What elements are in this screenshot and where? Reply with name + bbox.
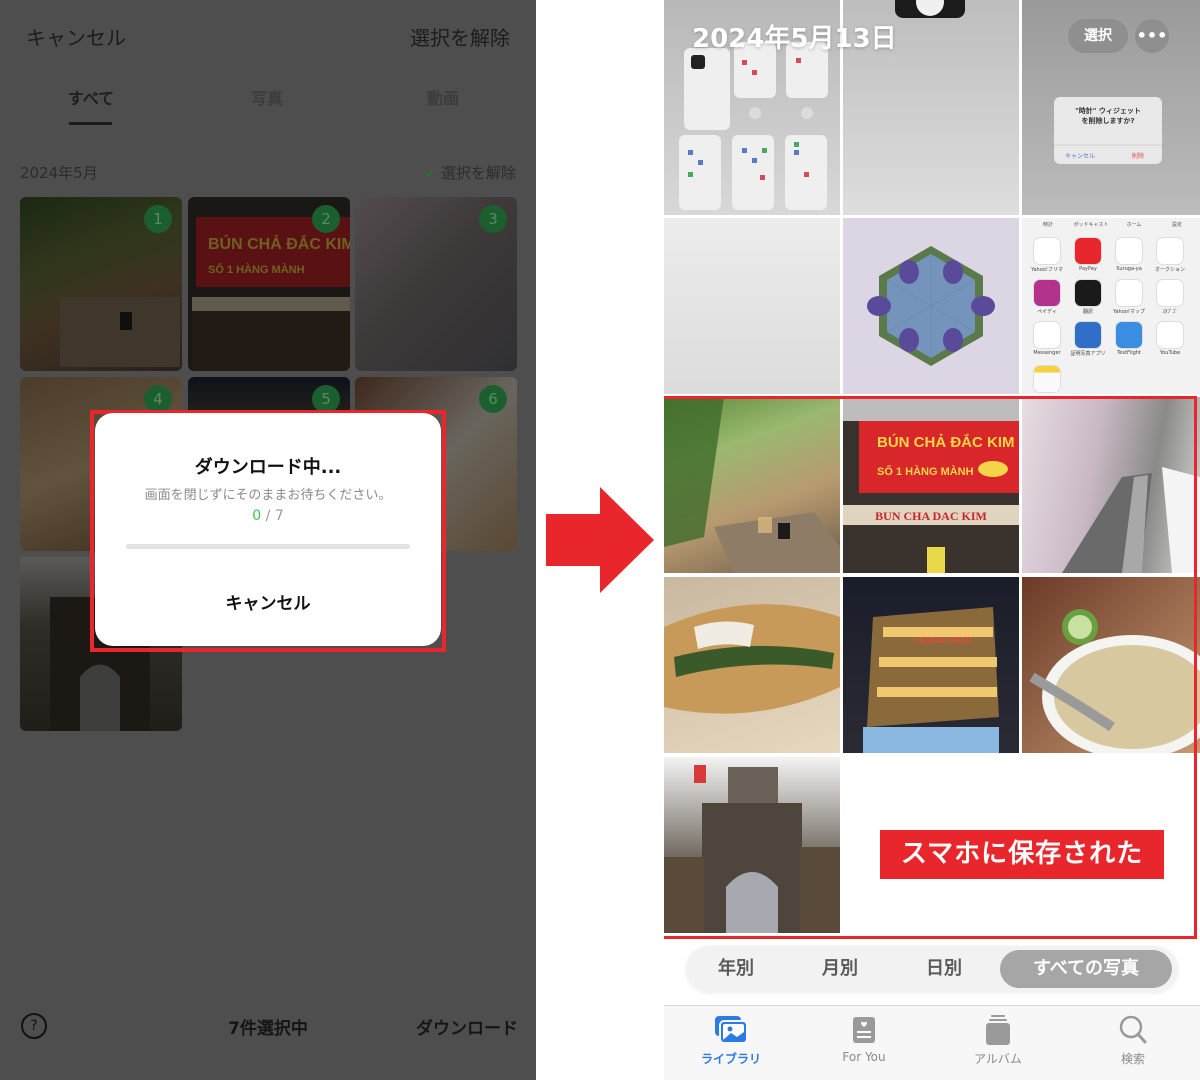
ios-photos-library-screen: "時計" ウィジェット を削除しますか? キャンセル 削除 時計 ポッドキャスト ホ… bbox=[664, 0, 1200, 1080]
app-label: Yahoo!マップ bbox=[1113, 309, 1145, 315]
app-label: ポッドキャスト bbox=[1073, 222, 1109, 228]
segment-days[interactable]: 日別 bbox=[914, 946, 974, 992]
app-label: Yahoo!フリマ bbox=[1031, 267, 1063, 273]
tab-library[interactable]: ライブラリ bbox=[686, 1014, 776, 1067]
photo-kaleidoscope-flowers[interactable] bbox=[843, 218, 1019, 394]
photo-screenshot-app-grid[interactable]: 時計 ポッドキャスト ホーム 設定 Yahoo!フリマ PayPay Suruga-ya オー… bbox=[1022, 218, 1200, 394]
photo-screenshot-gray[interactable] bbox=[664, 218, 840, 394]
app-icon bbox=[1157, 280, 1183, 306]
download-button[interactable]: ダウンロード bbox=[416, 1014, 518, 1039]
segment-months[interactable]: 月別 bbox=[810, 946, 870, 992]
app-icon bbox=[1075, 322, 1101, 348]
selection-number-badge: 3 bbox=[479, 205, 507, 233]
app-icon bbox=[1034, 238, 1060, 264]
tab-for-you[interactable]: For You bbox=[819, 1014, 909, 1064]
tab-for-you-label: For You bbox=[842, 1050, 886, 1064]
app-label: 証明写真アプリ bbox=[1070, 351, 1106, 357]
saved-annotation-label: スマホに保存された bbox=[880, 830, 1164, 879]
app-icon bbox=[1157, 238, 1183, 264]
app-icon bbox=[1116, 322, 1142, 348]
progress-separator: / bbox=[261, 508, 275, 524]
tab-search[interactable]: 検索 bbox=[1088, 1014, 1178, 1067]
albums-icon bbox=[986, 1015, 1010, 1045]
select-button[interactable]: 選択 bbox=[1068, 19, 1128, 53]
app-label: Messenger bbox=[1033, 350, 1061, 356]
picker-footer: ? 7件選択中 ダウンロード bbox=[0, 990, 536, 1080]
selection-number-badge: 5 bbox=[312, 385, 340, 413]
picker-header: キャンセル 選択を解除 bbox=[0, 0, 536, 70]
search-icon bbox=[1119, 1015, 1147, 1044]
deselect-all-button[interactable]: 選択を解除 bbox=[410, 22, 510, 51]
app-icon bbox=[1075, 238, 1101, 264]
for-you-icon bbox=[853, 1017, 875, 1043]
app-icon bbox=[1157, 322, 1183, 348]
selection-number-badge: 1 bbox=[144, 205, 172, 233]
download-progress-dialog: ダウンロード中... 画面を閉じずにそのままお待ちください。 0 / 7 キャン… bbox=[95, 413, 441, 646]
notes-app-icon bbox=[1034, 366, 1060, 392]
section-deselect-button[interactable]: ✓ 選択を解除 bbox=[424, 162, 516, 183]
thumbnail-3[interactable]: 3 bbox=[355, 197, 517, 371]
app-label: ｽﾀﾌﾟｺﾞ bbox=[1162, 309, 1178, 315]
checkmark-icon: ✓ bbox=[424, 164, 437, 182]
app-label: ペイディ bbox=[1037, 309, 1057, 315]
app-icon bbox=[1075, 280, 1101, 306]
segment-years[interactable]: 年別 bbox=[706, 946, 766, 992]
progress-current: 0 bbox=[252, 508, 262, 524]
tab-bar: ライブラリ For You アルバム 検索 bbox=[664, 1005, 1200, 1080]
tab-albums-label: アルバム bbox=[974, 1052, 1022, 1066]
app-label: 時計 bbox=[1042, 222, 1053, 228]
app-label: 翻訳 bbox=[1082, 309, 1093, 315]
section-deselect-label: 選択を解除 bbox=[440, 164, 516, 182]
app-label: Suruga-ya bbox=[1116, 266, 1142, 272]
media-type-tabs: すべて 写真 動画 bbox=[0, 80, 536, 130]
app-icon bbox=[1034, 322, 1060, 348]
svg-text:キャンセル: キャンセル bbox=[1065, 153, 1095, 160]
progress-counter: 0 / 7 bbox=[95, 508, 441, 524]
progress-bar bbox=[126, 544, 410, 549]
app-label: オークション bbox=[1154, 267, 1185, 273]
app-icon bbox=[1116, 280, 1142, 306]
app-label: PayPay bbox=[1079, 266, 1097, 272]
thumbnail-image bbox=[843, 218, 1019, 394]
app-label: YouTube bbox=[1159, 350, 1181, 356]
progress-total: 7 bbox=[274, 508, 284, 524]
right-arrow-icon bbox=[546, 487, 654, 593]
app-label: ホーム bbox=[1126, 222, 1142, 228]
app-icon bbox=[1116, 238, 1142, 264]
selection-number-badge: 2 bbox=[312, 205, 340, 233]
tab-photos[interactable]: 写真 bbox=[207, 85, 327, 109]
svg-text:"時計" ウィジェット: "時計" ウィジェット bbox=[1075, 106, 1141, 115]
section-date-label: 2024年5月 bbox=[20, 164, 98, 182]
view-segmented-control: 年別 月別 日別 すべての写真 bbox=[686, 946, 1178, 992]
active-tab-indicator bbox=[69, 122, 112, 125]
tab-library-label: ライブラリ bbox=[700, 1052, 761, 1066]
dialog-message: 画面を閉じずにそのままお待ちください。 bbox=[144, 488, 392, 503]
app-label: 設定 bbox=[1171, 222, 1182, 228]
tab-all[interactable]: すべて bbox=[31, 85, 151, 109]
app-label: TestFlight bbox=[1117, 350, 1141, 356]
svg-text:を削除しますか?: を削除しますか? bbox=[1081, 116, 1134, 125]
dialog-title: ダウンロード中... bbox=[194, 457, 342, 478]
line-album-picker-screen: キャンセル 選択を解除 すべて 写真 動画 2024年5月 ✓選択を解除 1 B… bbox=[0, 0, 536, 1080]
library-date-title: 2024年5月13日 bbox=[692, 24, 897, 54]
tab-videos[interactable]: 動画 bbox=[383, 85, 503, 109]
tab-search-label: 検索 bbox=[1120, 1052, 1145, 1066]
selection-number-badge: 4 bbox=[144, 385, 172, 413]
cancel-button[interactable]: キャンセル bbox=[26, 22, 126, 51]
thumbnail-2[interactable]: BÚN CHẢ ĐẮC KIM SỐ 1 HÀNG MÀNH 2 bbox=[188, 197, 350, 371]
dialog-cancel-button[interactable]: キャンセル bbox=[95, 589, 441, 614]
photo-library-icon bbox=[715, 1016, 748, 1044]
thumbnail-1[interactable]: 1 bbox=[20, 197, 182, 371]
svg-text:削除: 削除 bbox=[1132, 152, 1144, 160]
selection-number-badge: 6 bbox=[479, 385, 507, 413]
segment-all-photos[interactable]: すべての写真 bbox=[1000, 950, 1172, 988]
tab-albums[interactable]: アルバム bbox=[953, 1014, 1043, 1067]
app-icon bbox=[1034, 280, 1060, 306]
more-options-button[interactable]: ••• bbox=[1135, 19, 1169, 53]
